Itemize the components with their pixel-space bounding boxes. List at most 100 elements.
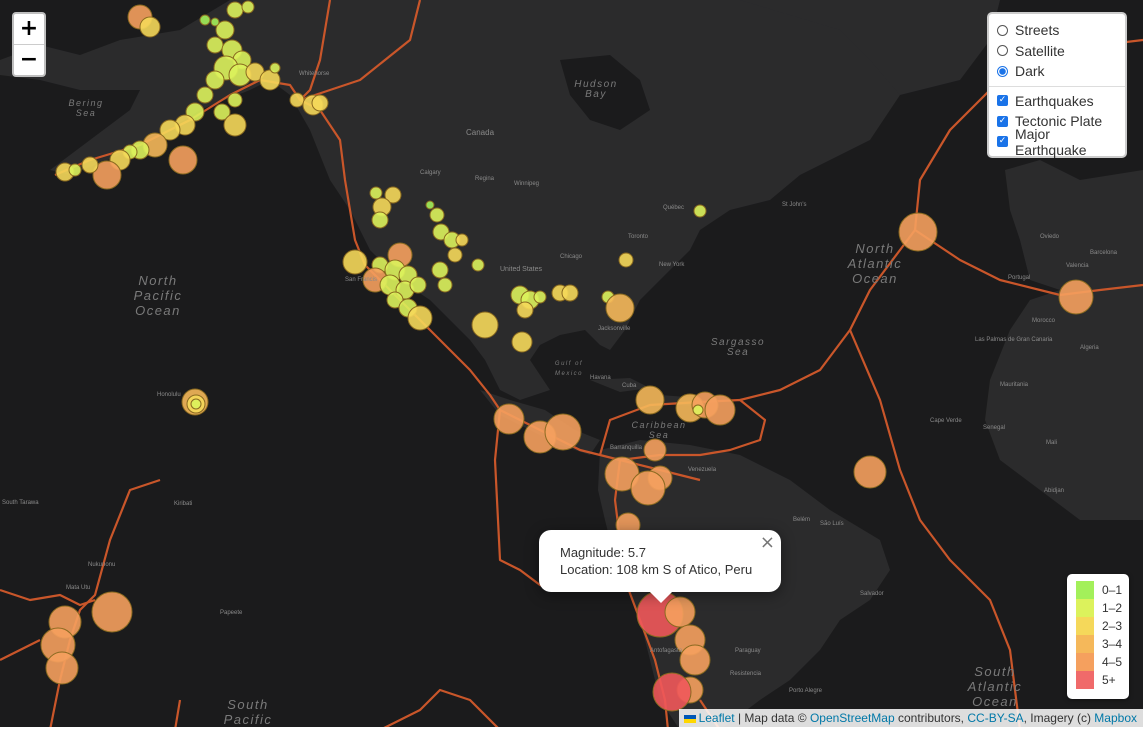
base-layer-label: Streets bbox=[1015, 22, 1060, 39]
legend-row: 0–1 bbox=[1076, 581, 1129, 599]
city-antofagasta: Antofagasta bbox=[650, 648, 683, 654]
city-abidjan: Abidjan bbox=[1044, 488, 1065, 494]
legend-swatch bbox=[1076, 653, 1094, 671]
label-north-pacific: North Pacific Ocean bbox=[133, 273, 183, 318]
legend-swatch bbox=[1076, 617, 1094, 635]
city-nukunonu: Nukunonu bbox=[88, 562, 116, 568]
city-toronto: Toronto bbox=[628, 234, 649, 240]
radio-icon[interactable] bbox=[997, 24, 1008, 36]
city-valencia: Valencia bbox=[1066, 263, 1089, 269]
base-layer-satellite[interactable]: Satellite bbox=[989, 41, 1125, 62]
city-havana: Havana bbox=[590, 375, 611, 381]
city-new-york: New York bbox=[659, 262, 685, 268]
city-calgary: Calgary bbox=[420, 170, 441, 176]
city-south-tarawa: South Tarawa bbox=[2, 500, 39, 506]
city-quebec: Québec bbox=[663, 205, 685, 211]
city-resistencia: Resistencia bbox=[730, 671, 762, 677]
city-winnipeg: Winnipeg bbox=[514, 181, 540, 187]
city-porto-alegre: Porto Alegre bbox=[789, 688, 823, 694]
base-layer-streets[interactable]: Streets bbox=[989, 20, 1125, 41]
legend-label: 1–2 bbox=[1102, 601, 1123, 615]
attribution-text: contributors, bbox=[894, 711, 968, 725]
label-south-pacific: South Pacific bbox=[223, 697, 273, 727]
city-belem: Belém bbox=[793, 517, 811, 523]
attribution-text: | Map data © bbox=[734, 711, 810, 725]
legend-row: 5+ bbox=[1076, 671, 1129, 689]
label-portugal: Portugal bbox=[1008, 275, 1031, 281]
city-salvador: Salvador bbox=[860, 591, 884, 597]
checkbox-checked-icon[interactable]: ✓ bbox=[997, 136, 1008, 148]
label-united-states: United States bbox=[500, 266, 543, 273]
label-hudson-bay: Hudson Bay bbox=[574, 79, 618, 100]
city-san-francisco: San Francis bbox=[345, 277, 378, 283]
legend-label: 0–1 bbox=[1102, 583, 1123, 597]
label-bering-sea: Bering Sea bbox=[68, 98, 104, 118]
zoom-control: + − bbox=[12, 12, 46, 77]
city-jacksonville: Jacksonville bbox=[598, 326, 631, 332]
label-gulf-of-mexico: Gulf of Mexico bbox=[554, 361, 584, 377]
checkbox-checked-icon[interactable]: ✓ bbox=[997, 95, 1008, 107]
city-oviedo: Oviedo bbox=[1040, 234, 1060, 240]
city-regina: Regina bbox=[475, 176, 495, 182]
overlay-earthquakes[interactable]: ✓ Earthquakes bbox=[989, 91, 1125, 112]
city-whitehorse: Whitehorse bbox=[299, 71, 330, 77]
legend-swatch bbox=[1076, 599, 1094, 617]
city-chicago: Chicago bbox=[560, 254, 583, 260]
label-cape-verde: Cape Verde bbox=[930, 418, 962, 424]
city-paraguay: Paraguay bbox=[735, 648, 761, 654]
city-honolulu: Honolulu bbox=[157, 392, 181, 398]
checkbox-checked-icon[interactable]: ✓ bbox=[997, 115, 1008, 127]
magnitude-legend: 0–1 1–2 2–3 3–4 4–5 5+ bbox=[1067, 574, 1129, 699]
city-mata-utu: Mata Utu bbox=[66, 585, 91, 591]
legend-label: 3–4 bbox=[1102, 637, 1123, 651]
ukraine-flag-icon bbox=[683, 715, 696, 723]
mapbox-link[interactable]: Mapbox bbox=[1094, 711, 1137, 725]
legend-label: 4–5 bbox=[1102, 655, 1123, 669]
city-barcelona: Barcelona bbox=[1090, 250, 1118, 256]
attribution-text: , Imagery (c) bbox=[1023, 711, 1095, 725]
overlay-major-earthquake[interactable]: ✓ Major Earthquake bbox=[989, 126, 1125, 158]
label-senegal: Senegal bbox=[983, 425, 1006, 431]
layer-separator bbox=[989, 85, 1125, 87]
zoom-in-button[interactable]: + bbox=[14, 14, 44, 44]
city-sao-luis: São Luís bbox=[820, 521, 844, 527]
legend-row: 1–2 bbox=[1076, 599, 1129, 617]
radio-selected-icon[interactable] bbox=[997, 65, 1008, 77]
label-sargasso-sea: Sargasso Sea bbox=[710, 337, 766, 358]
city-las-palmas: Las Palmas de Gran Canaria bbox=[975, 337, 1053, 343]
city-venezuela: Venezuela bbox=[688, 467, 717, 473]
label-mauritania: Mauritania bbox=[1000, 382, 1029, 388]
base-layer-label: Satellite bbox=[1015, 42, 1065, 59]
label-algeria: Algeria bbox=[1080, 345, 1099, 351]
label-mali: Mali bbox=[1046, 440, 1058, 446]
base-layer-label: Dark bbox=[1015, 63, 1045, 80]
label-caribbean-sea: Caribbean Sea bbox=[631, 420, 687, 440]
license-link[interactable]: CC-BY-SA bbox=[967, 711, 1023, 725]
city-papeete: Papeete bbox=[220, 610, 243, 616]
close-icon[interactable]: × bbox=[760, 534, 775, 552]
label-south-atlantic: South Atlantic Ocean bbox=[967, 664, 1023, 709]
earthquake-popup: × Magnitude: 5.7 Location: 108 km S of A… bbox=[539, 530, 781, 603]
popup-magnitude: Magnitude: 5.7 bbox=[560, 545, 647, 560]
legend-row: 4–5 bbox=[1076, 653, 1129, 671]
city-barranquilla: Barranquilla bbox=[610, 445, 643, 451]
layer-control: Streets Satellite Dark ✓ Earthquakes ✓ T… bbox=[987, 12, 1127, 158]
map-canvas[interactable]: North Pacific Ocean North Atlantic Ocean Sou… bbox=[0, 0, 1143, 730]
leaflet-link[interactable]: Leaflet bbox=[699, 711, 735, 725]
radio-icon[interactable] bbox=[997, 45, 1008, 57]
popup-tip bbox=[650, 592, 672, 603]
city-cuba: Cuba bbox=[622, 383, 637, 389]
overlay-label: Earthquakes bbox=[1015, 92, 1094, 109]
overlay-label: Major Earthquake bbox=[1014, 125, 1087, 158]
osm-link[interactable]: OpenStreetMap bbox=[810, 711, 895, 725]
label-morocco: Morocco bbox=[1032, 318, 1056, 324]
legend-label: 2–3 bbox=[1102, 619, 1123, 633]
label-kiribati: Kiribati bbox=[174, 501, 193, 507]
zoom-out-button[interactable]: − bbox=[14, 44, 44, 75]
legend-row: 2–3 bbox=[1076, 617, 1129, 635]
legend-swatch bbox=[1076, 635, 1094, 653]
legend-row: 3–4 bbox=[1076, 635, 1129, 653]
legend-swatch bbox=[1076, 671, 1094, 689]
label-north-atlantic: North Atlantic Ocean bbox=[847, 241, 903, 286]
base-layer-dark[interactable]: Dark bbox=[989, 61, 1125, 82]
